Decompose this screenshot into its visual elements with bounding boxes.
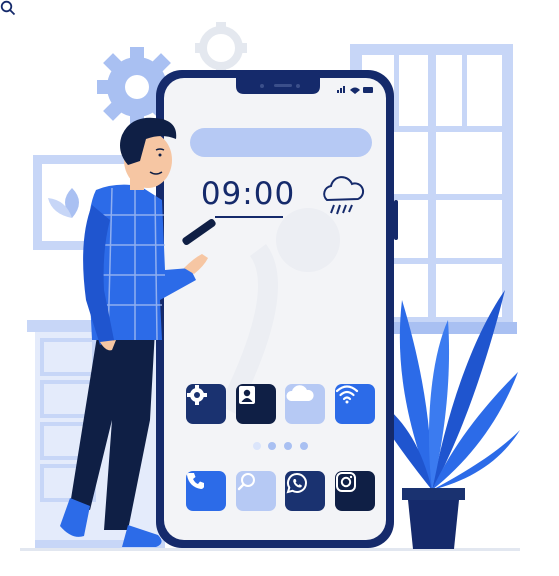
contact-person-icon [239,386,255,404]
illustration-scene: 09:00 [0,0,559,576]
cloud-app[interactable] [285,384,325,424]
search-icon[interactable] [0,0,16,16]
instagram-app[interactable] [335,471,375,511]
settings-gear-icon [187,385,207,405]
wifi-icon [335,385,359,404]
whatsapp-app[interactable] [285,471,325,511]
cloud-icon [286,385,314,401]
wifi-app[interactable] [335,384,375,424]
instagram-icon [336,472,356,492]
clock-time: 09:00 [200,176,296,212]
phone-search-bar[interactable] [190,128,372,157]
search-icon [237,473,255,491]
phone-icon [187,473,204,489]
contacts-app[interactable] [236,384,276,424]
gear-small-icon [195,22,247,74]
background-art [20,22,520,551]
browser-search-app[interactable] [236,471,276,511]
settings-app[interactable] [186,384,226,424]
phone-app[interactable] [186,471,226,511]
whatsapp-icon [286,472,307,494]
